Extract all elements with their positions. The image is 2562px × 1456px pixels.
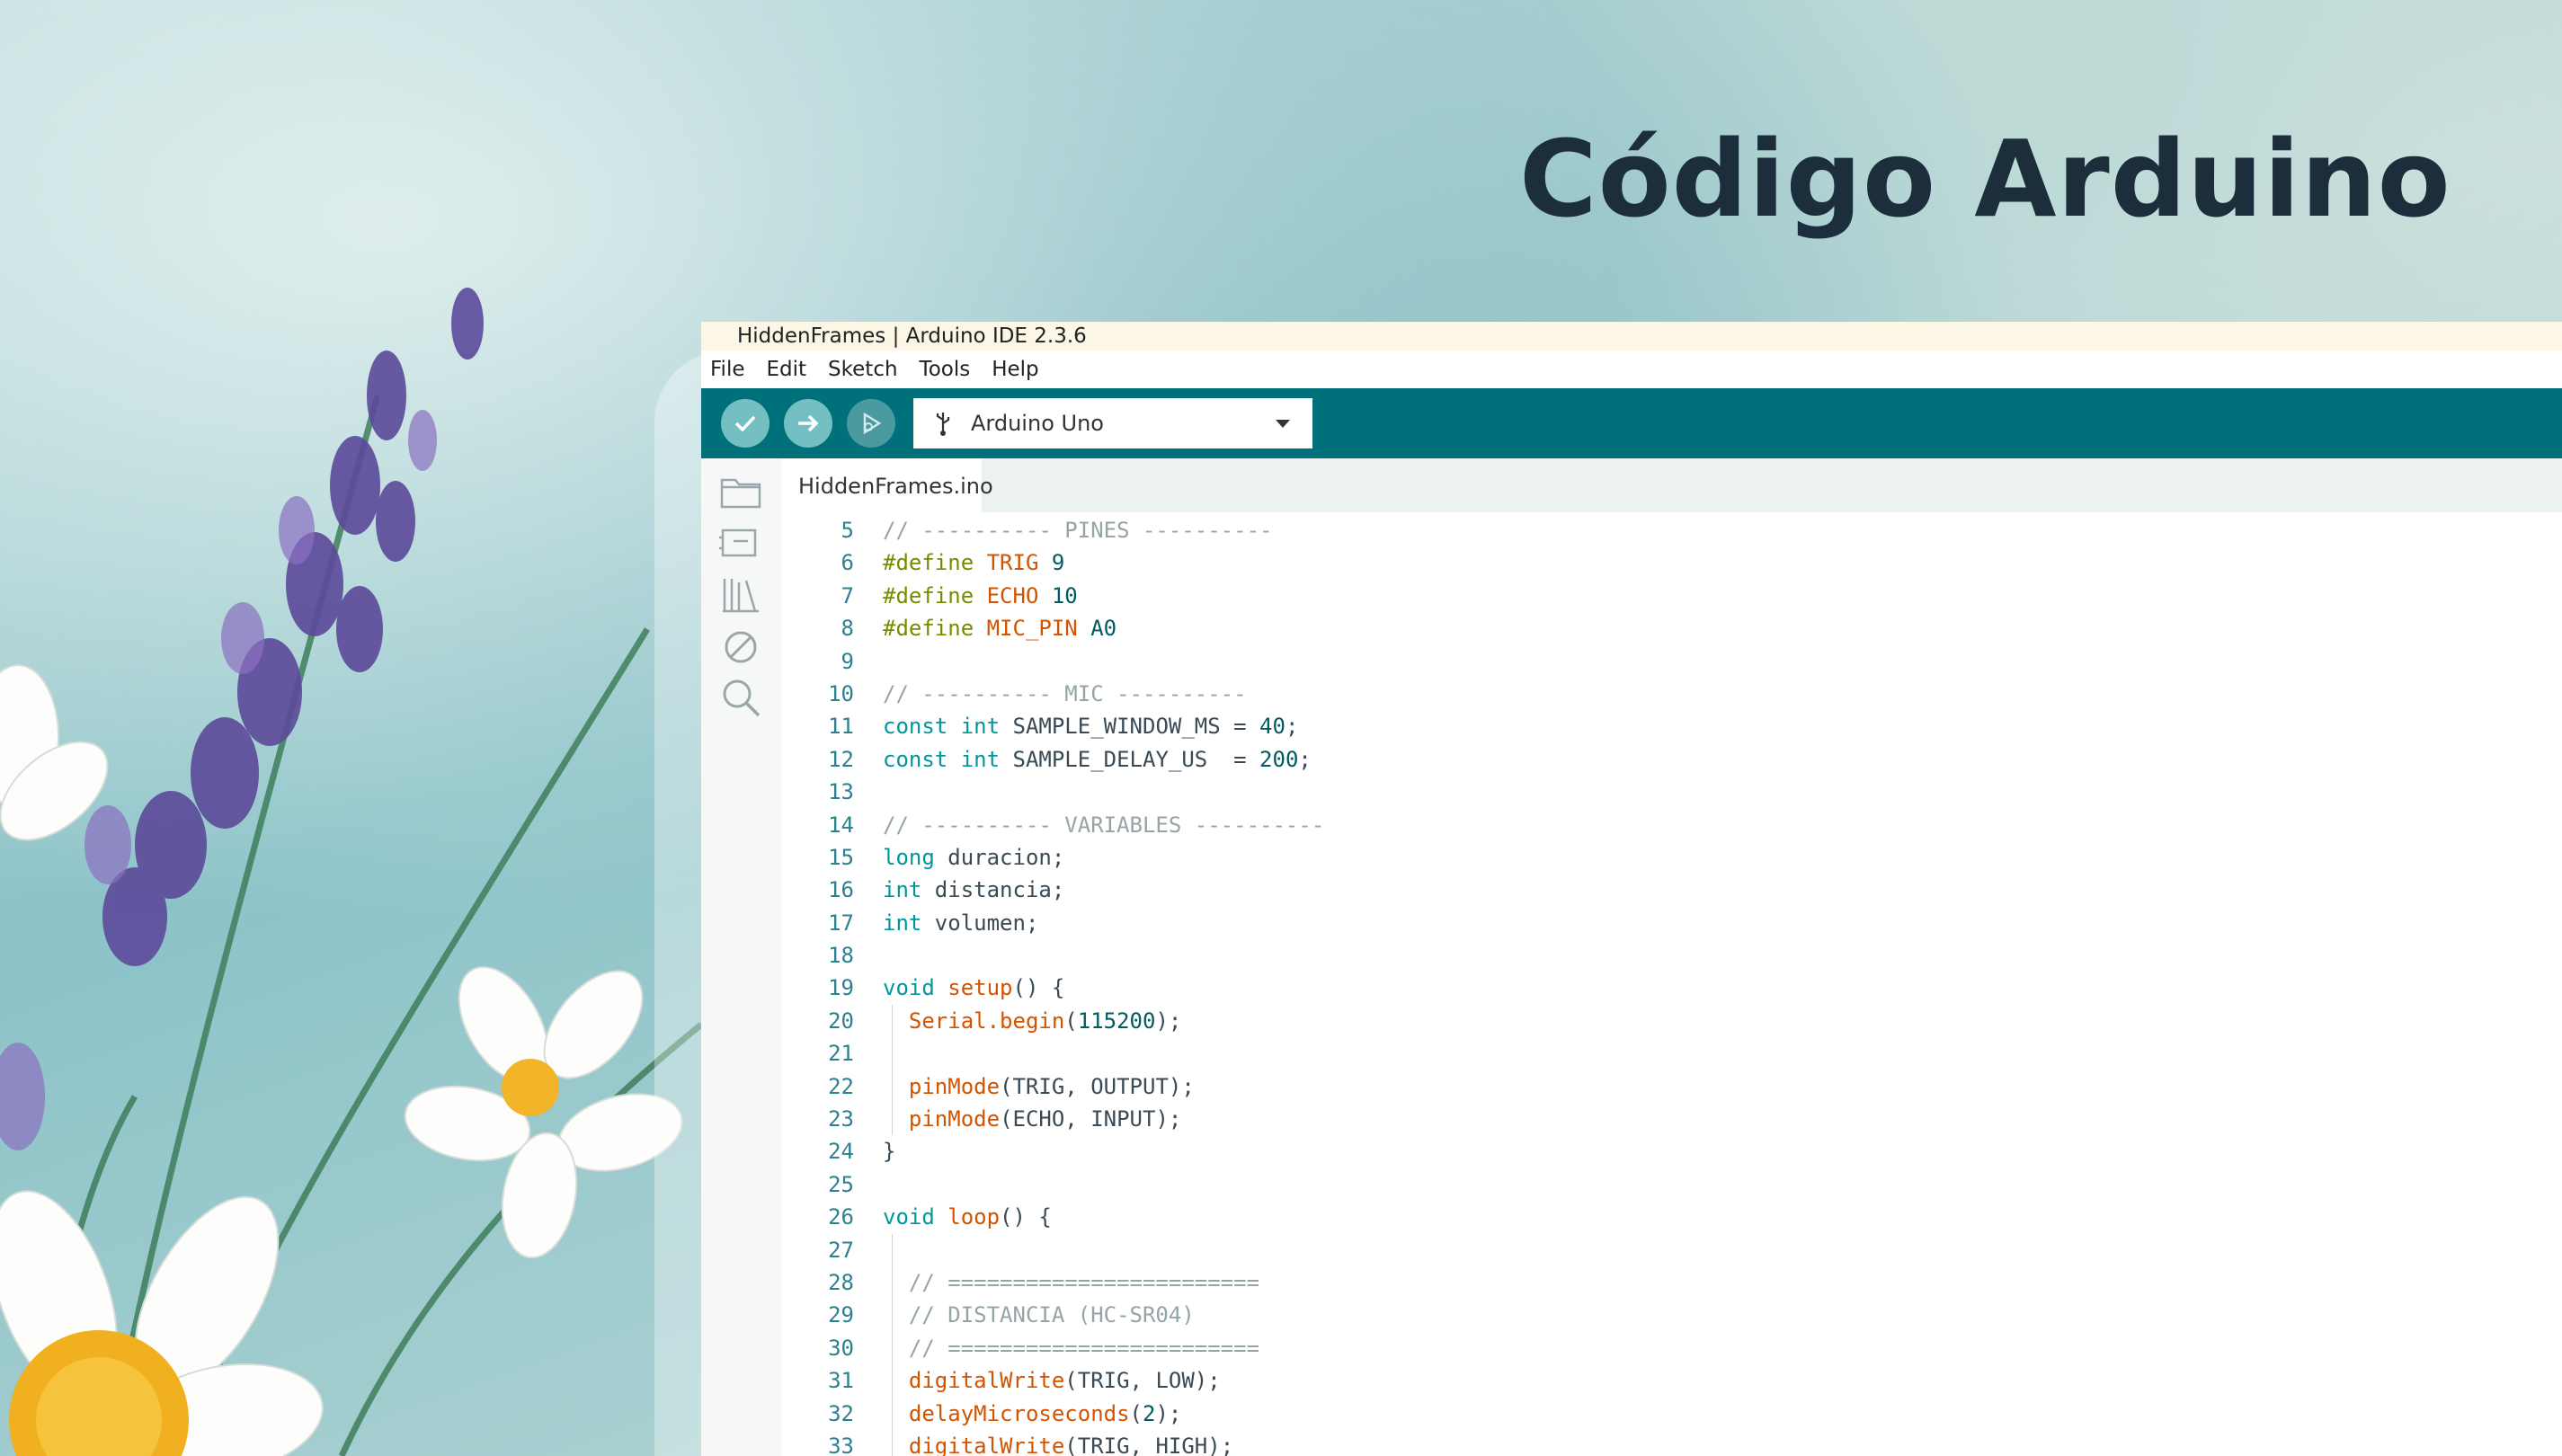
board-name: Arduino Uno xyxy=(971,411,1104,436)
editor-area: HiddenFrames.ino 5// ---------- PINES --… xyxy=(782,458,2562,1456)
code-line: 20 Serial.begin(115200); xyxy=(782,1004,2562,1038)
menu-help[interactable]: Help xyxy=(992,358,1038,381)
menu-bar: File Edit Sketch Tools Help xyxy=(701,351,2562,388)
no-debug-icon[interactable] xyxy=(716,622,766,672)
main-area: HiddenFrames.ino 5// ---------- PINES --… xyxy=(701,458,2562,1456)
code-line: 13 xyxy=(828,779,854,805)
tab-bar: HiddenFrames.ino xyxy=(782,458,2562,512)
code-line: 31 digitalWrite(TRIG, LOW); xyxy=(782,1364,2562,1398)
code-line: 6 #define TRIG 9 xyxy=(841,550,1065,576)
code-line: 10// ---------- MIC ---------- xyxy=(828,680,1247,706)
code-line: 22 pinMode(TRIG, OUTPUT); xyxy=(782,1070,2562,1104)
usb-icon xyxy=(933,411,953,436)
code-line: 14// ---------- VARIABLES ---------- xyxy=(828,812,1325,838)
code-line: 33 digitalWrite(TRIG, HIGH); xyxy=(782,1429,2562,1456)
upload-icon xyxy=(798,414,819,432)
code-line: 12 const int SAMPLE_DELAY_US = 200; xyxy=(828,746,1312,772)
verify-button[interactable] xyxy=(721,399,769,448)
code-line: 11 const int SAMPLE_WINDOW_MS = 40; xyxy=(828,714,1299,740)
slide-title: Código Arduino xyxy=(1519,117,2451,241)
code-line: 7 #define ECHO 10 xyxy=(841,582,1078,608)
menu-sketch[interactable]: Sketch xyxy=(828,358,898,381)
code-line: 21 xyxy=(782,1037,2562,1070)
code-line: 30 // ======================== xyxy=(782,1331,2562,1365)
board-selector[interactable]: Arduino Uno xyxy=(913,398,1312,448)
watercolor-flowers-illustration xyxy=(0,288,704,1456)
code-line: 29 // DISTANCIA (HC-SR04) xyxy=(782,1299,2562,1332)
code-line: 15 long duracion; xyxy=(828,844,1065,870)
menu-file[interactable]: File xyxy=(710,358,745,381)
library-icon[interactable] xyxy=(716,570,766,620)
debug-icon xyxy=(863,412,882,435)
code-line: 28 // ======================== xyxy=(782,1265,2562,1300)
code-line: 23 pinMode(ECHO, INPUT); xyxy=(782,1103,2562,1136)
board-manager-icon[interactable] xyxy=(716,518,766,568)
search-icon[interactable] xyxy=(716,672,766,723)
code-line: 25 xyxy=(828,1171,854,1197)
code-line: 9 xyxy=(841,648,854,674)
code-line: 5// ---------- PINES ---------- xyxy=(841,518,1273,543)
code-line: 18 xyxy=(828,943,854,969)
code-line: 26 void loop() { xyxy=(828,1204,1052,1230)
code-line: 17 int volumen; xyxy=(828,910,1039,936)
folder-icon[interactable] xyxy=(716,467,766,518)
window-titlebar: HiddenFrames | Arduino IDE 2.3.6 xyxy=(701,322,2562,351)
chevron-down-icon xyxy=(1275,416,1291,433)
code-line: 27 xyxy=(782,1233,2562,1266)
menu-tools[interactable]: Tools xyxy=(920,358,971,381)
code-line: 16 int distancia; xyxy=(828,877,1065,903)
tab-hiddenframes-ino[interactable]: HiddenFrames.ino xyxy=(782,458,993,512)
code-line: 24} xyxy=(828,1139,896,1165)
verify-icon xyxy=(734,415,756,432)
code-line: 19 void setup() { xyxy=(828,975,1065,1001)
sidebar xyxy=(701,458,782,1456)
toolbar: Arduino Uno xyxy=(701,388,2562,458)
menu-edit[interactable]: Edit xyxy=(767,358,807,381)
upload-button[interactable] xyxy=(784,399,832,448)
arduino-ide-window: HiddenFrames | Arduino IDE 2.3.6 File Ed… xyxy=(701,322,2562,1456)
code-line: 8 #define MIC_PIN A0 xyxy=(841,616,1117,642)
code-editor[interactable]: 5// ---------- PINES ---------- 6 #define… xyxy=(782,514,2562,1456)
debug-button[interactable] xyxy=(847,399,895,448)
code-line: 32 delayMicroseconds(2); xyxy=(782,1397,2562,1430)
